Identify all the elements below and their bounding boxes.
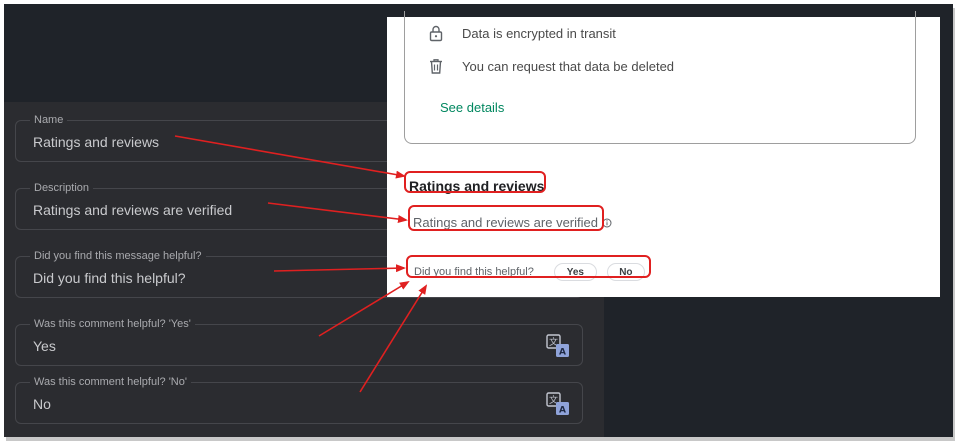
data-safety-item-deletion: You can request that data be deleted: [427, 56, 674, 76]
translate-icon[interactable]: 文 A: [546, 392, 570, 416]
trash-icon: [430, 59, 442, 74]
svg-text:A: A: [559, 406, 566, 416]
helpful-message-field-value[interactable]: Did you find this helpful?: [33, 269, 186, 287]
name-field-value[interactable]: Ratings and reviews: [33, 133, 159, 151]
name-field-label: Name: [30, 113, 68, 127]
data-safety-text: Data is encrypted in transit: [462, 25, 616, 41]
data-safety-text: You can request that data be deleted: [462, 58, 675, 74]
translate-icon[interactable]: 文 A: [546, 334, 570, 358]
description-field-label: Description: [30, 181, 94, 195]
helpful-message-field-label: Did you find this message helpful?: [30, 249, 206, 263]
highlight-box-subheading: [408, 205, 604, 231]
comment-helpful-yes-field[interactable]: Was this comment helpful? 'Yes' Yes 文 A: [15, 317, 583, 366]
screenshot-frame: Name Ratings and reviews Description Rat…: [4, 4, 953, 437]
comment-helpful-yes-value[interactable]: Yes: [33, 337, 56, 355]
comment-helpful-no-field[interactable]: Was this comment helpful? 'No' No 文 A: [15, 375, 583, 424]
data-safety-card: Data is encrypted in transit You can req…: [404, 11, 916, 144]
data-safety-item-encrypted: Data is encrypted in transit: [427, 23, 616, 43]
highlight-box-heading: [404, 171, 546, 193]
highlight-box-helpful: [406, 255, 651, 278]
comment-helpful-no-value[interactable]: No: [33, 395, 51, 413]
comment-helpful-no-label: Was this comment helpful? 'No': [30, 375, 191, 389]
comment-helpful-yes-label: Was this comment helpful? 'Yes': [30, 317, 195, 331]
svg-text:A: A: [559, 348, 566, 358]
description-field-value[interactable]: Ratings and reviews are verified: [33, 201, 232, 219]
see-details-link[interactable]: See details: [440, 100, 504, 115]
lock-icon: [429, 25, 443, 42]
